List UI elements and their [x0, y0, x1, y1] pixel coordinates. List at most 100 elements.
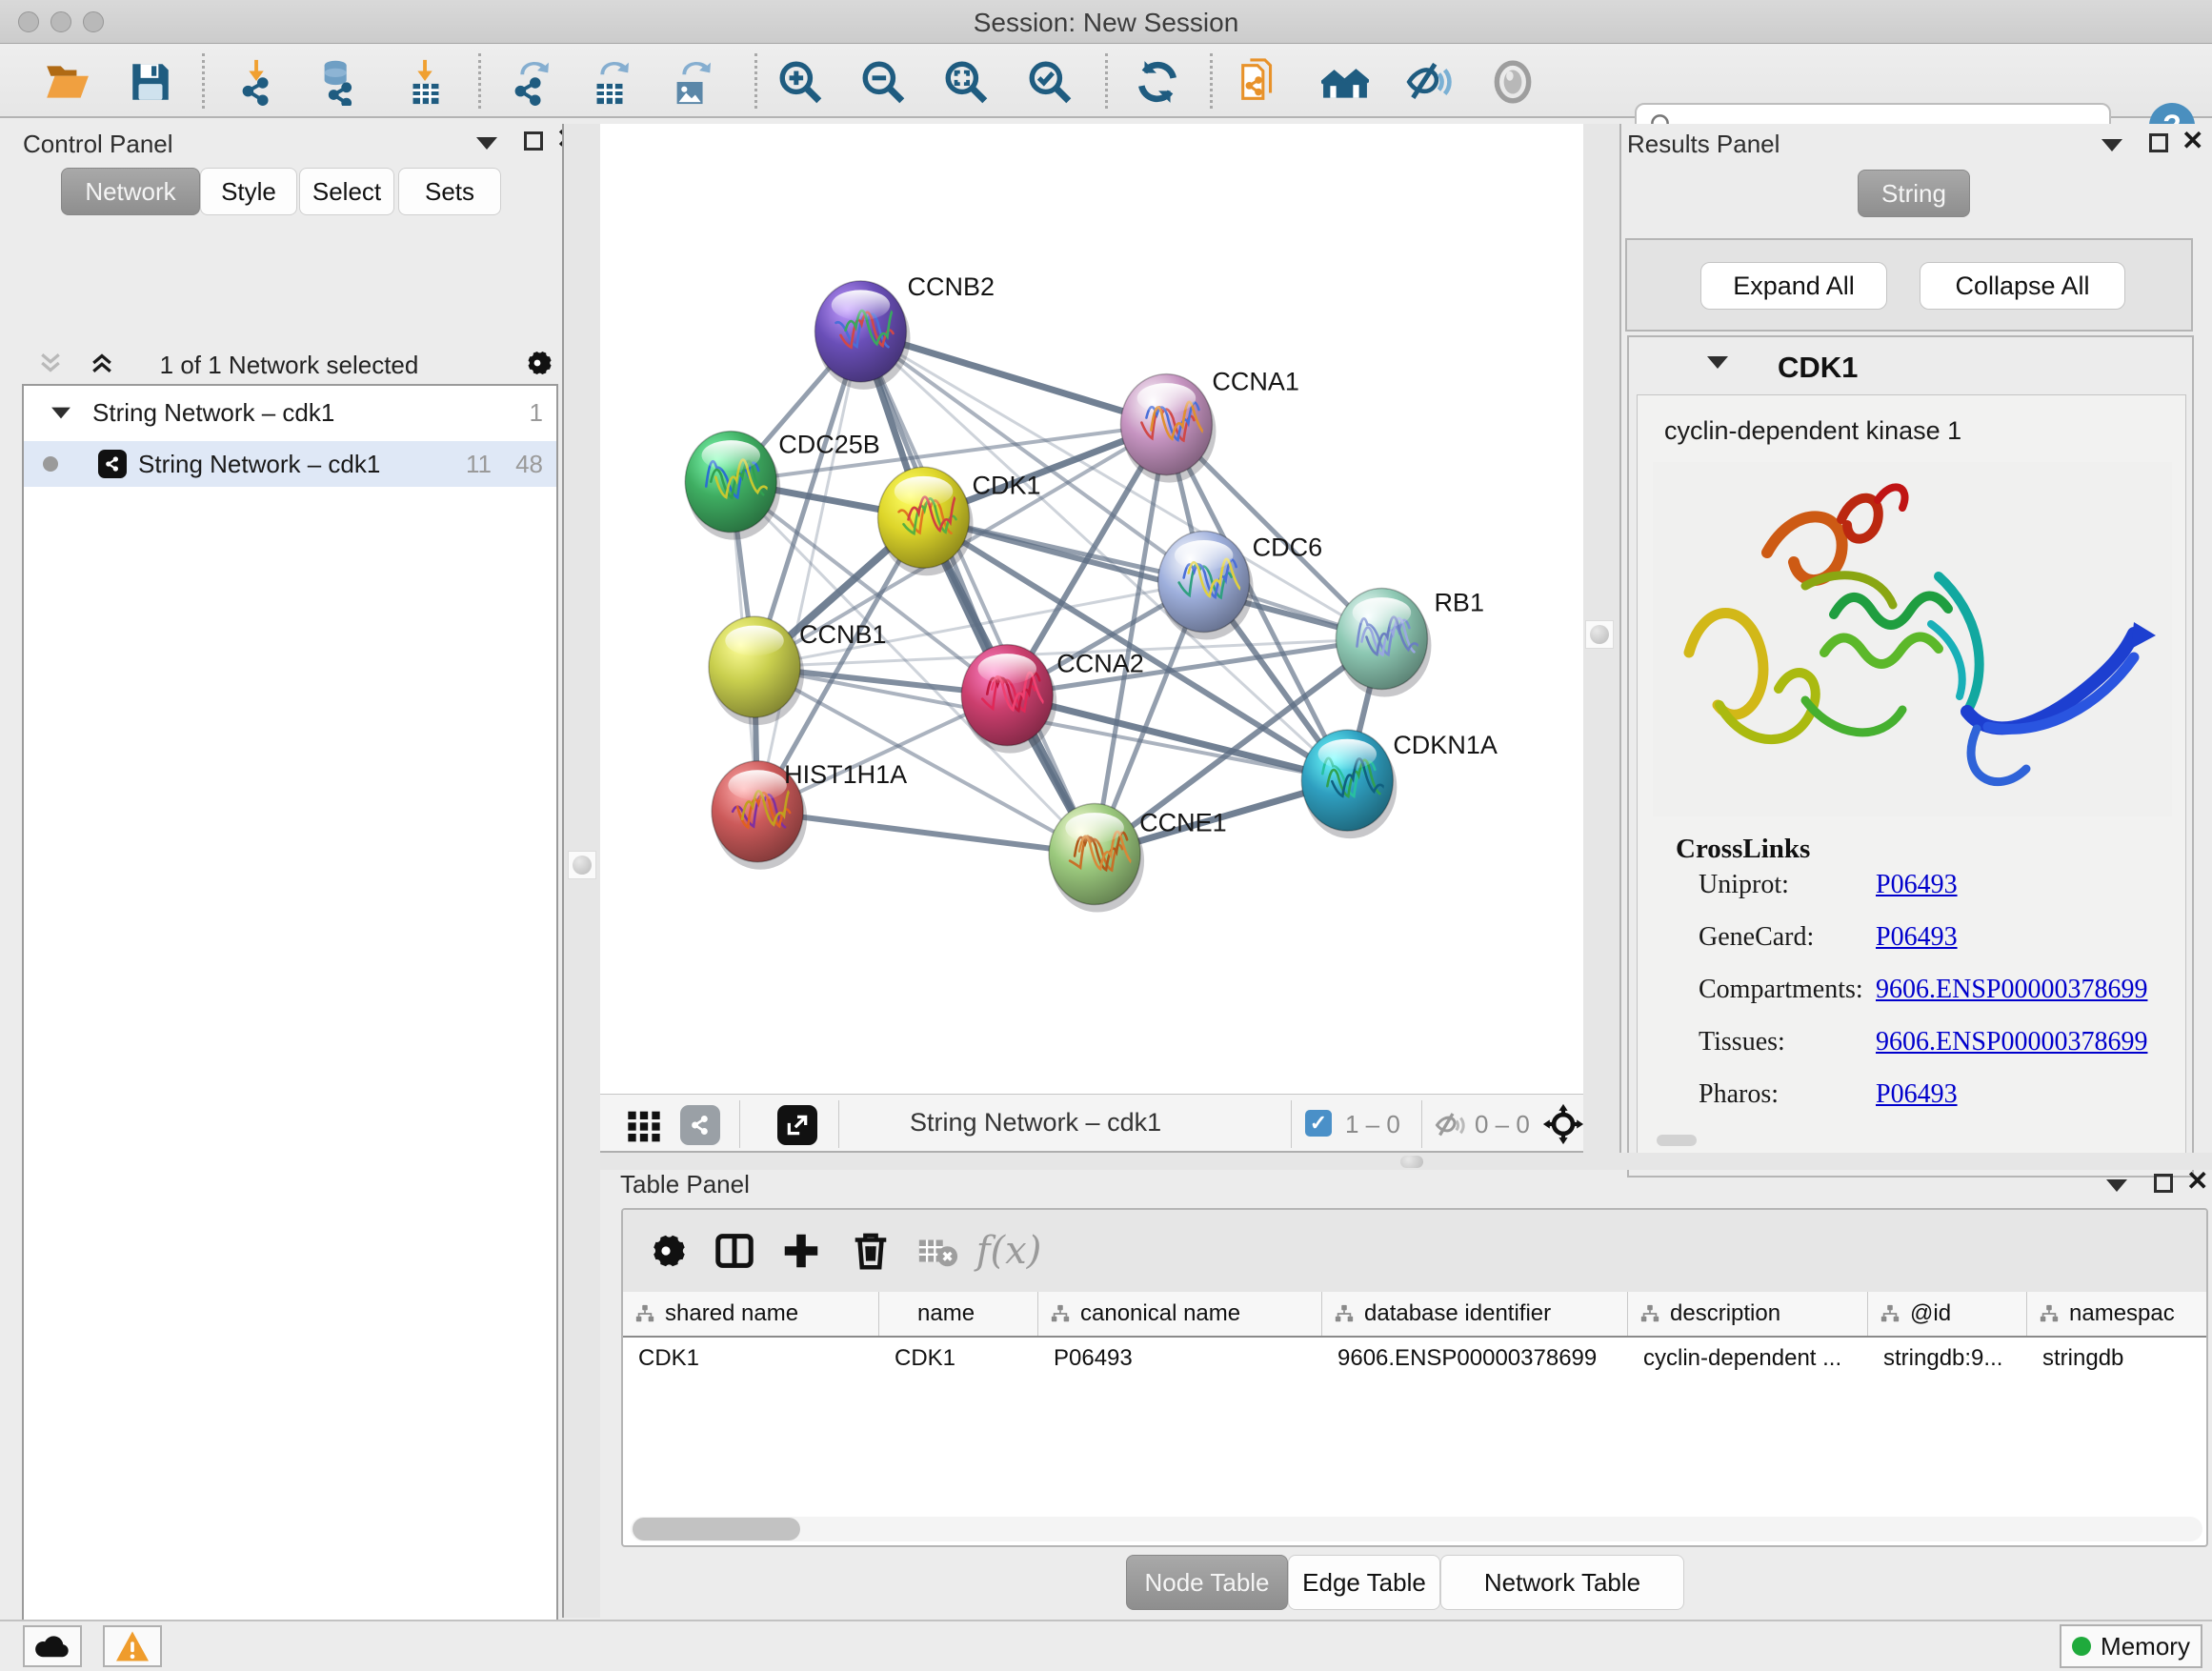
column-header-namespac[interactable]: namespac [2027, 1292, 2208, 1336]
column-header-name[interactable]: name [879, 1292, 1038, 1336]
tab-style[interactable]: Style [200, 168, 297, 215]
entry-collapse-caret-icon[interactable] [1707, 356, 1728, 369]
hide-panels-icon[interactable] [1402, 55, 1456, 109]
zoom-selected-icon[interactable] [1023, 55, 1076, 109]
memory-button[interactable]: Memory [2060, 1624, 2202, 1668]
table-cell[interactable]: stringdb [2027, 1338, 2208, 1379]
entry-header[interactable]: CDK1 [1629, 337, 2192, 393]
node-CCNA1[interactable] [1120, 374, 1216, 483]
table-cell[interactable]: 9606.ENSP00000378699 [1322, 1338, 1628, 1379]
import-network-database-icon[interactable] [312, 55, 366, 109]
tab-string[interactable]: String [1858, 170, 1970, 217]
panel-menu-caret-icon[interactable] [2101, 139, 2122, 151]
import-network-file-icon[interactable] [231, 55, 284, 109]
add-column-plus-icon[interactable] [775, 1225, 827, 1277]
network-label: String Network – cdk1 [138, 450, 380, 479]
network-view-canvas[interactable]: CCNB2CCNA1CDC25BCDK1CDC6RB1CCNB1CCNA2CDK… [600, 124, 1583, 1094]
crosslink-link[interactable]: P06493 [1876, 922, 1958, 953]
update-view-icon[interactable] [1131, 55, 1184, 109]
panel-close-icon[interactable]: ✕ [2182, 131, 2203, 151]
zoom-out-icon[interactable] [856, 55, 910, 109]
gene-name: CDK1 [1778, 351, 1858, 385]
crosslink-link[interactable]: 9606.ENSP00000378699 [1876, 975, 2147, 1005]
horizontal-splitter[interactable] [600, 1153, 2212, 1170]
column-header--id[interactable]: @id [1868, 1292, 2027, 1336]
panel-float-icon[interactable] [2154, 1174, 2173, 1193]
node-CCNE1[interactable] [1049, 804, 1144, 913]
crosslink-link[interactable]: 9606.ENSP00000378699 [1876, 1027, 2147, 1057]
crosslink-link[interactable]: P06493 [1876, 1079, 1958, 1110]
import-table-file-icon[interactable] [399, 55, 452, 109]
node-CDC25B[interactable] [685, 432, 780, 540]
tab-node-table[interactable]: Node Table [1126, 1555, 1288, 1610]
table-cell[interactable]: cyclin-dependent ... [1628, 1338, 1868, 1379]
table-hscrollbar-thumb[interactable] [633, 1518, 800, 1540]
right-splitter[interactable] [1583, 124, 1619, 1153]
tab-network-table[interactable]: Network Table [1440, 1555, 1684, 1610]
edge-HIST1H1A-CCNE1[interactable] [757, 812, 1095, 855]
selected-checkbox-icon[interactable]: ✓ [1305, 1110, 1332, 1137]
column-header-description[interactable]: description [1628, 1292, 1868, 1336]
results-scrollbar-thumb[interactable] [1657, 1135, 1697, 1146]
export-table-icon[interactable] [583, 55, 636, 109]
column-header-database-identifier[interactable]: database identifier [1322, 1292, 1628, 1336]
collapse-all-button[interactable]: Collapse All [1920, 262, 2125, 310]
show-panel-icon[interactable] [1486, 55, 1539, 109]
table-cell[interactable]: CDK1 [623, 1338, 879, 1379]
cloud-status-icon[interactable] [23, 1625, 82, 1667]
open-view-in-window-icon[interactable] [777, 1105, 817, 1145]
zoom-fit-content-icon[interactable] [939, 55, 993, 109]
tree-expand-caret-icon[interactable] [51, 407, 70, 418]
warnings-icon[interactable] [103, 1625, 162, 1667]
expand-all-button[interactable]: Expand All [1700, 262, 1887, 310]
node-label-CCNB1: CCNB1 [799, 620, 887, 649]
node-RB1[interactable] [1336, 589, 1431, 697]
node-CDC6[interactable] [1158, 531, 1254, 639]
string-view-icon[interactable] [680, 1105, 720, 1145]
network-options-gear-icon[interactable] [521, 347, 553, 384]
right-splitter-handle[interactable] [1585, 620, 1614, 649]
node-CDK1[interactable] [878, 467, 974, 575]
export-network-icon[interactable] [503, 55, 556, 109]
horizontal-splitter-handle[interactable] [1400, 1156, 1423, 1168]
table-hscrollbar[interactable] [631, 1517, 2202, 1541]
table-panel-title: Table Panel [620, 1170, 750, 1199]
panel-menu-caret-icon[interactable] [476, 137, 497, 150]
panel-close-icon[interactable]: ✕ [2186, 1172, 2208, 1191]
node-CDKN1A[interactable] [1301, 730, 1397, 838]
tab-edge-table[interactable]: Edge Table [1288, 1555, 1440, 1610]
table-row[interactable]: CDK1CDK1P064939606.ENSP00000378699cyclin… [623, 1338, 2206, 1379]
column-header-canonical-name[interactable]: canonical name [1038, 1292, 1322, 1336]
tab-sets[interactable]: Sets [398, 168, 501, 215]
table-cell[interactable]: stringdb:9... [1868, 1338, 2027, 1379]
panel-menu-caret-icon[interactable] [2106, 1179, 2127, 1192]
string-home-icon[interactable] [1318, 55, 1372, 109]
share-document-icon[interactable] [1233, 55, 1286, 109]
panel-float-icon[interactable] [2149, 133, 2168, 152]
birdseye-grid-icon[interactable] [625, 1105, 663, 1148]
panel-float-icon[interactable] [524, 131, 543, 151]
save-session-icon[interactable] [124, 55, 177, 109]
crosslink-link[interactable]: P06493 [1876, 870, 1958, 900]
network-edge-count: 48 [515, 450, 543, 479]
hidden-eye-slash-icon[interactable] [1433, 1108, 1467, 1147]
export-image-icon[interactable] [665, 55, 718, 109]
delete-column-trash-icon[interactable] [845, 1225, 896, 1277]
table-settings-gear-icon[interactable] [640, 1225, 692, 1277]
node-CCNA2[interactable] [961, 645, 1056, 754]
network-row-selected[interactable]: String Network – cdk1 11 48 [24, 441, 556, 487]
left-splitter-handle[interactable] [568, 851, 596, 879]
table-cell[interactable]: CDK1 [879, 1338, 1038, 1379]
zoom-in-icon[interactable] [774, 55, 827, 109]
open-session-icon[interactable] [40, 55, 93, 109]
network-collection-row[interactable]: String Network – cdk1 1 [24, 390, 556, 435]
table-cell[interactable]: P06493 [1038, 1338, 1322, 1379]
tab-select[interactable]: Select [299, 168, 394, 215]
tab-network[interactable]: Network [61, 168, 200, 215]
delete-table-icon[interactable] [912, 1225, 963, 1277]
fit-crosshair-icon[interactable] [1541, 1102, 1585, 1151]
node-CCNB2[interactable] [814, 281, 910, 390]
show-columns-icon[interactable] [709, 1225, 760, 1277]
left-splitter[interactable] [562, 124, 600, 1618]
column-header-shared-name[interactable]: shared name [623, 1292, 879, 1336]
